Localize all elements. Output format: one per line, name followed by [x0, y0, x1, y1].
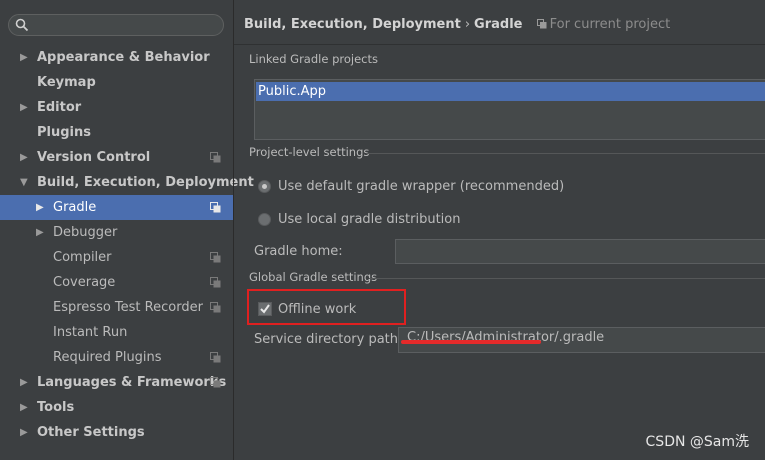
offline-work-checkbox[interactable] — [258, 302, 272, 316]
copy-icon — [210, 202, 221, 213]
search-icon — [15, 18, 29, 32]
sidebar-item-version-control[interactable]: ▶ Version Control — [0, 145, 233, 170]
copy-icon — [210, 302, 221, 313]
copy-icon — [210, 277, 221, 288]
scope-label: For current project — [549, 17, 671, 32]
collapsed-arrow-icon[interactable]: ▶ — [20, 395, 32, 420]
linked-projects-title: Linked Gradle projects — [249, 52, 378, 66]
sidebar-item-label: Tools — [37, 400, 75, 415]
watermark: CSDN @Sam洗 — [645, 434, 749, 450]
collapsed-arrow-icon[interactable]: ▶ — [20, 420, 32, 445]
sidebar-item-label: Instant Run — [53, 325, 128, 340]
settings-tree: ▶ Appearance & Behavior Keymap ▶ Editor Plugi… — [0, 45, 254, 445]
breadcrumb: Build, Execution, Deployment › Gradle For … — [244, 17, 670, 32]
expanded-arrow-icon[interactable]: ▼ — [20, 170, 32, 195]
sidebar-item-label: Keymap — [37, 75, 96, 90]
copy-icon — [210, 152, 221, 163]
collapsed-arrow-icon[interactable]: ▶ — [20, 45, 32, 70]
radio-label: Use local gradle distribution — [278, 212, 461, 227]
sidebar-item-appearance-behavior[interactable]: ▶ Appearance & Behavior — [0, 45, 233, 70]
sidebar-item-compiler[interactable]: Compiler — [0, 245, 233, 270]
sidebar-item-label: Compiler — [53, 250, 112, 265]
sidebar-item-instant-run[interactable]: Instant Run — [0, 320, 233, 345]
redaction-line — [401, 340, 541, 344]
section-divider — [369, 278, 765, 279]
global-settings-title: Global Gradle settings — [249, 270, 378, 284]
collapsed-arrow-icon[interactable]: ▶ — [20, 95, 32, 120]
sidebar-item-label: Coverage — [53, 275, 116, 290]
sidebar-item-label: Plugins — [37, 125, 91, 140]
gradle-home-field[interactable] — [395, 239, 765, 264]
search-input[interactable] — [31, 17, 215, 35]
sidebar-item-label: Build, Execution, Deployment — [37, 175, 254, 190]
copy-icon — [536, 19, 547, 29]
collapsed-arrow-icon[interactable]: ▶ — [20, 370, 32, 395]
project-level-title: Project-level settings — [249, 145, 370, 159]
linked-projects-list[interactable]: Public.App — [254, 79, 765, 140]
offline-work-label: Offline work — [278, 302, 357, 317]
sidebar-item-debugger[interactable]: ▶ Debugger — [0, 220, 233, 245]
sidebar-item-build-execution-deployment[interactable]: ▼ Build, Execution, Deployment — [0, 170, 254, 195]
service-dir-field[interactable]: C:/Users/Administrator/.gradle — [398, 327, 765, 353]
sidebar-item-label: Espresso Test Recorder — [53, 300, 203, 315]
sidebar-item-label: Editor — [37, 100, 82, 115]
sidebar-item-gradle[interactable]: ▶ Gradle — [0, 195, 233, 220]
gradle-home-label: Gradle home: — [254, 244, 343, 259]
sidebar-item-coverage[interactable]: Coverage — [0, 270, 233, 295]
breadcrumb-item-gradle: Gradle — [474, 17, 523, 32]
sidebar-item-keymap[interactable]: Keymap — [0, 70, 233, 95]
sidebar-item-label: Other Settings — [37, 425, 145, 440]
sidebar-item-label: Languages & Frameworks — [37, 375, 227, 390]
radio-label: Use default gradle wrapper (recommended) — [278, 179, 565, 194]
sidebar-item-espresso-test-recorder[interactable]: Espresso Test Recorder — [0, 295, 233, 320]
search-field[interactable] — [8, 14, 224, 36]
copy-icon — [210, 352, 221, 363]
collapsed-arrow-icon[interactable]: ▶ — [20, 145, 32, 170]
sidebar-item-label: Gradle — [53, 200, 97, 215]
sidebar-item-plugins[interactable]: Plugins — [0, 120, 233, 145]
breadcrumb-item-build: Build, Execution, Deployment — [244, 17, 461, 32]
settings-main-panel: Build, Execution, Deployment › Gradle For … — [234, 0, 765, 460]
settings-sidebar: ▶ Appearance & Behavior Keymap ▶ Editor Plugi… — [0, 0, 254, 460]
copy-icon — [210, 252, 221, 263]
sidebar-item-label: Required Plugins — [53, 350, 162, 365]
service-dir-label: Service directory path: — [254, 332, 403, 347]
list-item[interactable]: Public.App — [256, 82, 765, 101]
sidebar-item-label: Version Control — [37, 150, 151, 165]
radio-button[interactable] — [258, 180, 271, 193]
copy-icon — [210, 377, 221, 388]
radio-button[interactable] — [258, 213, 271, 226]
collapsed-arrow-icon[interactable]: ▶ — [36, 195, 48, 220]
sidebar-item-other-settings[interactable]: ▶ Other Settings — [0, 420, 233, 445]
header-divider — [234, 44, 765, 45]
checkmark-icon — [260, 304, 270, 314]
sidebar-item-label: Debugger — [53, 225, 118, 240]
sidebar-item-editor[interactable]: ▶ Editor — [0, 95, 233, 120]
breadcrumb-separator: › — [464, 17, 471, 32]
section-divider — [366, 153, 765, 154]
sidebar-item-required-plugins[interactable]: Required Plugins — [0, 345, 233, 370]
sidebar-item-label: Appearance & Behavior — [37, 50, 210, 65]
scope-indicator: For current project — [536, 17, 671, 32]
sidebar-item-languages-frameworks[interactable]: ▶ Languages & Frameworks — [0, 370, 233, 395]
collapsed-arrow-icon[interactable]: ▶ — [36, 220, 48, 245]
sidebar-item-tools[interactable]: ▶ Tools — [0, 395, 233, 420]
